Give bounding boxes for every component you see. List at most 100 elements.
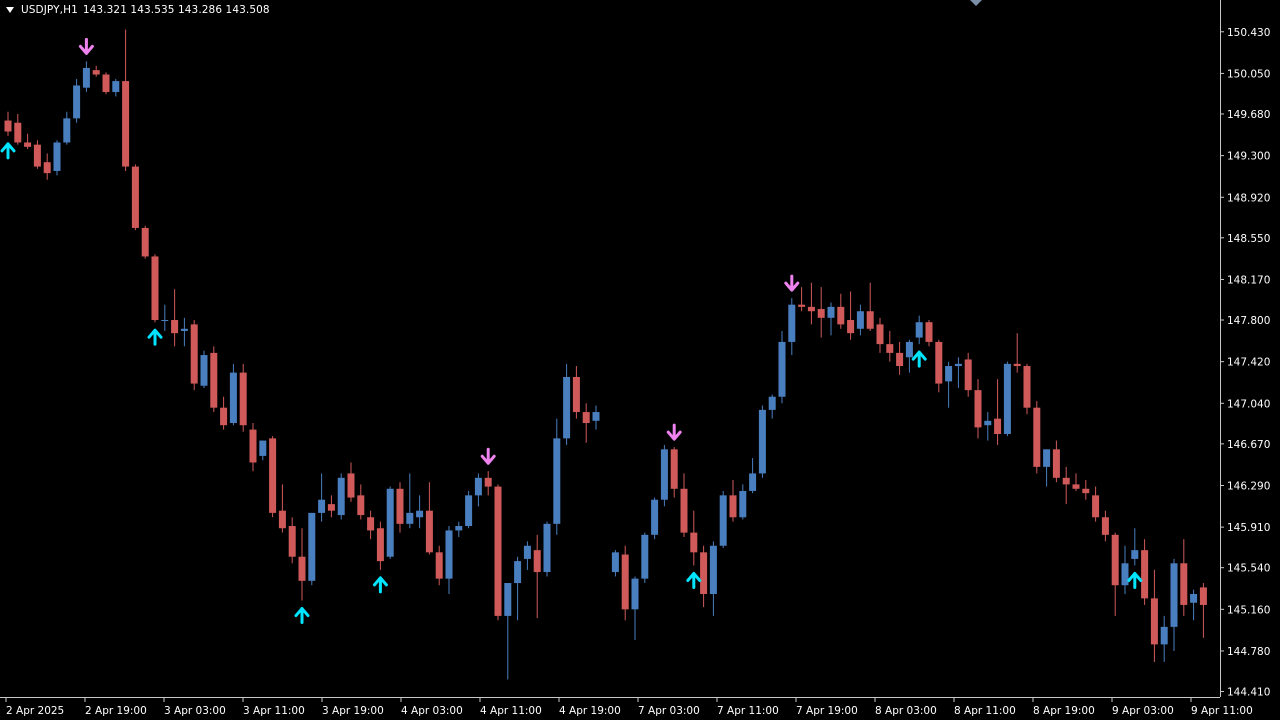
bull-candle-body — [758, 409, 766, 474]
price-tick-label: 145.160 — [1227, 604, 1270, 616]
buy-arrow-icon — [686, 571, 702, 589]
price-tick-label: 144.410 — [1227, 687, 1270, 699]
price-tick-label: 144.780 — [1227, 646, 1270, 658]
bear-candle-body — [43, 162, 51, 174]
bear-candle-body — [533, 550, 541, 573]
bear-candle-body — [886, 344, 894, 353]
bear-candle-body — [151, 256, 159, 321]
bull-candle-body — [112, 81, 120, 93]
bear-candle-body — [974, 390, 982, 428]
bull-candle-body — [768, 396, 776, 410]
price-tick-label: 146.290 — [1227, 480, 1270, 492]
bull-candle-body — [386, 488, 394, 557]
bear-candle-body — [210, 352, 218, 408]
bull-candle-body — [954, 363, 962, 367]
bear-candle-body — [484, 477, 492, 487]
time-tick-label: 2 Apr 19:00 — [85, 705, 147, 717]
bull-candle-body — [523, 545, 531, 559]
bull-candle-body — [229, 372, 237, 424]
bear-candle-body — [396, 488, 404, 524]
price-tick-label: 149.300 — [1227, 151, 1270, 163]
price-tick-label: 148.170 — [1227, 274, 1270, 286]
bull-candle-body — [259, 440, 267, 456]
bear-candle-body — [24, 142, 32, 147]
bull-candle-body — [465, 495, 473, 527]
price-tick-label: 145.540 — [1227, 563, 1270, 575]
bear-candle-body — [376, 528, 384, 562]
bear-candle-body — [1111, 534, 1119, 586]
bear-candle-body — [700, 552, 708, 594]
bear-candle-body — [866, 311, 874, 329]
price-tick-label: 146.670 — [1227, 439, 1270, 451]
bull-candle-body — [856, 311, 864, 329]
bear-candle-body — [670, 449, 678, 489]
time-tick-label: 7 Apr 11:00 — [717, 705, 779, 717]
bear-candle-body — [798, 304, 806, 307]
bull-candle-body — [563, 376, 571, 439]
bear-candle-body — [994, 418, 1002, 434]
bull-candle-body — [749, 473, 757, 491]
bear-candle-body — [876, 324, 884, 345]
price-tick-label: 150.430 — [1227, 27, 1270, 39]
bear-candle-body — [435, 552, 443, 579]
candlestick-chart[interactable]: 150.430 150.050 149.680 149.300 148.920 148.5… — [0, 0, 1280, 720]
time-tick-label: 9 Apr 11:00 — [1191, 705, 1253, 717]
bull-candle-body — [915, 322, 923, 338]
bear-candle-body — [680, 488, 688, 533]
bear-candle-body — [288, 526, 296, 557]
buy-arrow-icon — [1127, 571, 1143, 589]
bull-candle-body — [318, 499, 326, 513]
bear-candle-body — [220, 407, 228, 426]
bear-candle-body — [190, 324, 198, 384]
bear-candle-body — [1199, 587, 1207, 605]
bull-candle-body — [406, 512, 414, 524]
price-tick-label: 149.680 — [1227, 109, 1270, 121]
bear-candle-body — [1092, 495, 1100, 518]
time-axis: 2 Apr 2025 2 Apr 19:00 3 Apr 03:00 3 Apr 11… — [5, 697, 1253, 717]
bear-candle-body — [33, 144, 41, 167]
bear-candle-body — [729, 495, 737, 518]
bull-candle-body — [778, 341, 786, 397]
bull-candle-body — [1170, 563, 1178, 627]
bull-candle-body — [1190, 593, 1198, 603]
time-tick-label: 8 Apr 19:00 — [1033, 705, 1095, 717]
bull-candle-body — [474, 477, 482, 496]
bull-candle-body — [543, 523, 551, 573]
bear-candle-body — [14, 122, 22, 143]
time-tick-label: 9 Apr 03:00 — [1112, 705, 1174, 717]
bull-candle-body — [660, 449, 668, 500]
bull-candle-body — [651, 499, 659, 535]
bull-candle-body — [1131, 550, 1139, 559]
price-tick-label: 150.050 — [1227, 68, 1270, 80]
bull-candle-body — [416, 510, 424, 518]
bear-candle-body — [964, 359, 972, 391]
bear-candle-body — [4, 120, 12, 132]
bear-candle-body — [131, 166, 139, 228]
bear-candle-body — [807, 306, 815, 312]
bear-candle-body — [1180, 563, 1188, 605]
bull-candle-body — [308, 512, 316, 581]
bear-candle-body — [1150, 598, 1158, 645]
bull-candle-body — [827, 306, 835, 318]
bear-candle-body — [367, 517, 375, 531]
shift-marker-icon — [970, 0, 982, 6]
bear-candle-body — [298, 556, 306, 581]
bear-candle-body — [269, 438, 277, 513]
bear-candle-body — [582, 412, 590, 424]
bear-candle-body — [347, 473, 355, 498]
time-tick-label: 7 Apr 19:00 — [796, 705, 858, 717]
price-tick-label: 147.040 — [1227, 398, 1270, 410]
buy-arrow-icon — [147, 328, 163, 346]
time-tick-label: 4 Apr 19:00 — [559, 705, 621, 717]
bull-candle-body — [504, 583, 512, 616]
bear-candle-body — [171, 320, 179, 334]
sell-arrow-icon — [480, 447, 496, 465]
bear-candle-body — [690, 532, 698, 553]
bear-candle-body — [1062, 477, 1070, 485]
bear-candle-body — [1013, 363, 1021, 367]
bull-candle-body — [455, 526, 463, 531]
buy-arrow-icon — [294, 607, 310, 625]
time-tick-label: 8 Apr 11:00 — [954, 705, 1016, 717]
bear-candle-body — [925, 322, 933, 342]
bear-candle-body — [847, 320, 855, 334]
